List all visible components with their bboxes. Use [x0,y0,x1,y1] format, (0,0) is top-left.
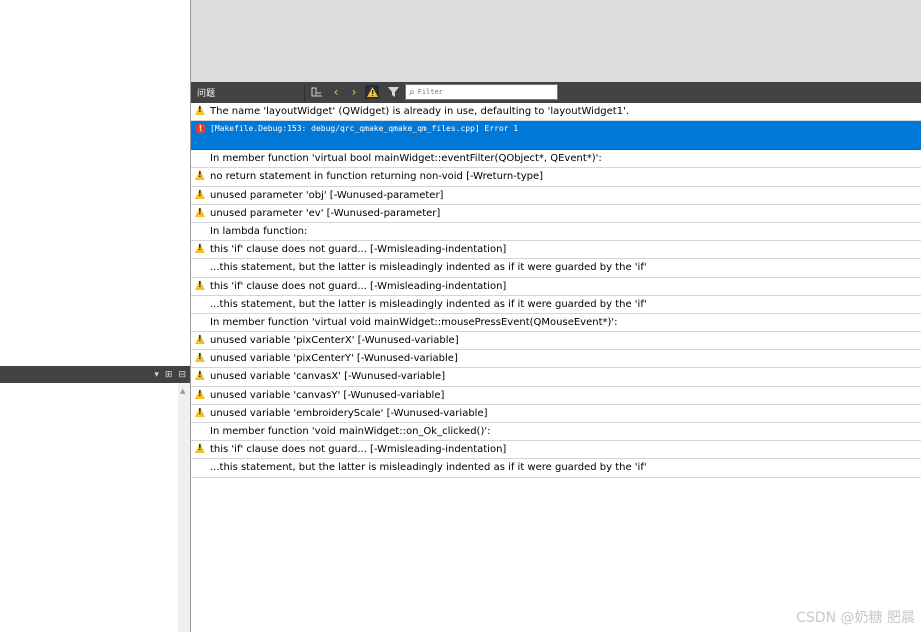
issue-row[interactable]: this 'if' clause does not guard... [-Wmi… [191,441,921,460]
warning-icon [195,352,206,363]
left-pane-scrollbar[interactable]: ▲ [178,383,190,632]
issue-row[interactable]: unused variable 'pixCenterX' [-Wunused-v… [191,332,921,351]
filter-field[interactable]: ⌕ [405,84,558,100]
issue-row[interactable]: The name 'layoutWidget' (QWidget) is alr… [191,103,921,122]
issue-row[interactable]: ...this statement, but the latter is mis… [191,295,921,314]
left-pane-toolbar: ▾ ⊞ ⊟ [0,366,190,383]
issue-row[interactable]: no return statement in function returnin… [191,168,921,187]
issue-row[interactable]: In member function 'virtual void mainWid… [191,313,921,333]
warning-icon [195,105,206,116]
issue-row[interactable]: this 'if' clause does not guard... [-Wmi… [191,241,921,260]
left-pane [0,0,190,632]
toolbar-separator [304,84,305,101]
warning-icon [195,206,206,218]
scroll-up-icon[interactable]: ▲ [180,387,185,395]
filter-icon[interactable] [386,85,400,99]
issues-list: The name 'layoutWidget' (QWidget) is alr… [191,103,921,478]
issue-row[interactable]: In lambda function: [191,222,921,242]
error-icon: ! [195,123,206,135]
issues-panel-title: 问题 [197,89,216,99]
issue-row[interactable]: ...this statement, but the latter is mis… [191,459,921,478]
warning-icon [195,406,206,418]
warning-icon [195,188,206,200]
issue-row[interactable]: In member function 'virtual bool mainWid… [191,150,921,169]
editor-area [191,0,921,82]
dropdown-arrow-icon[interactable]: ▾ [154,370,159,380]
watermark: CSDN @奶糖 肥晨 [796,610,915,626]
split-icon[interactable]: ⊞ [165,370,173,380]
issue-row[interactable]: In member function 'void mainWidget::on_… [191,423,921,442]
chevron-left-icon[interactable]: ‹ [329,85,343,99]
warning-icon [195,388,206,400]
close-pane-icon[interactable]: ⊟ [178,370,186,380]
warning-icon [195,243,206,254]
warning-icon [195,279,206,291]
issue-row[interactable]: unused parameter 'obj' [-Wunused-paramet… [191,186,921,205]
issue-row[interactable]: unused variable 'canvasX' [-Wunused-vari… [191,368,921,387]
filter-input[interactable] [417,88,538,96]
issue-row[interactable]: unused variable 'canvasY' [-Wunused-vari… [191,386,921,405]
issue-row[interactable]: ...this statement, but the latter is mis… [191,259,921,278]
build-steps-icon[interactable] [310,85,324,99]
issue-row[interactable]: unused parameter 'ev' [-Wunused-paramete… [191,204,921,223]
issue-row-selected[interactable]: ! [Makefile.Debug:153: debug/qrc_qmake_qm… [191,121,921,151]
warning-icon [195,170,206,181]
warning-icon[interactable] [365,85,379,99]
warning-icon [195,370,206,381]
search-icon: ⌕ [409,86,415,98]
warning-icon [195,443,206,454]
warning-icon [195,334,206,345]
chevron-right-icon[interactable]: › [347,85,361,99]
issue-row[interactable]: this 'if' clause does not guard... [-Wmi… [191,277,921,296]
issue-row[interactable]: unused variable 'embroideryScale' [-Wunu… [191,404,921,423]
issue-row[interactable]: unused variable 'pixCenterY' [-Wunused-v… [191,350,921,369]
issues-toolbar: 问题 ‹ › ⌕ [191,82,921,103]
